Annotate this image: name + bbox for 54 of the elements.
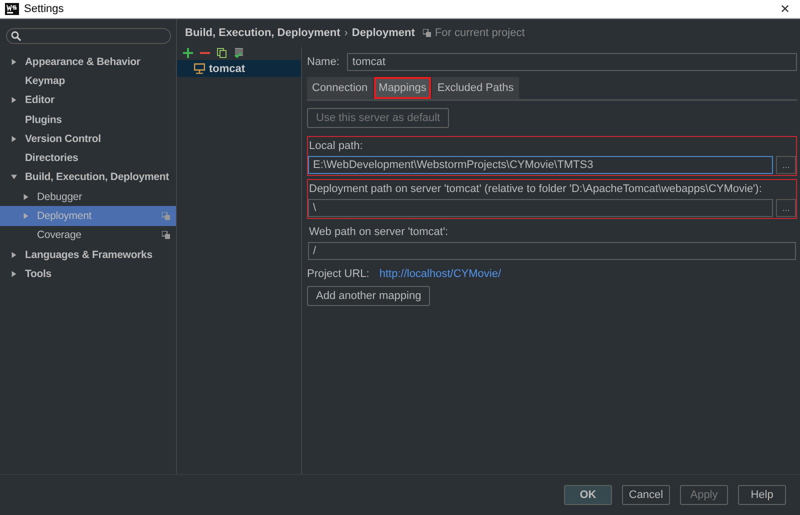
collapsed-arrow-icon[interactable] [23,192,29,201]
tab[interactable]: Excluded Paths [432,77,519,99]
add-mapping-button[interactable]: Add another mapping [307,286,430,306]
sidebar-item[interactable]: Tools [0,264,176,284]
search-field[interactable] [6,28,171,44]
copy-icon [422,29,431,37]
copy-icon [162,212,170,220]
tab[interactable]: Mappings [374,77,432,99]
browse-button[interactable]: ... [776,199,796,217]
sidebar-item[interactable]: Directories [0,148,176,168]
breadcrumb-separator: › [344,27,348,39]
sidebar-item[interactable]: Debugger [0,187,176,206]
collapsed-arrow-icon[interactable] [11,134,17,143]
sidebar-item[interactable]: Version Control [0,129,176,148]
server-item[interactable]: tomcat [177,60,301,77]
dialog-button[interactable]: OK [564,485,612,505]
dialog-button[interactable]: Help [738,485,786,505]
name-field[interactable]: tomcat [347,53,797,71]
collapsed-arrow-icon[interactable] [11,58,17,66]
collapsed-arrow-icon[interactable] [11,250,17,259]
sidebar-item[interactable]: Build, Execution, Deployment [0,168,176,188]
server-icon [194,63,205,74]
sidebar-item[interactable]: Keymap [0,71,176,91]
copy-icon[interactable] [217,48,227,58]
collapsed-arrow-icon[interactable] [11,96,17,104]
app-logo-icon [5,3,19,15]
window-title: Settings [24,3,65,15]
path-field[interactable]: E:\WebDevelopment\WebstormProjects\CYMovie\TMTS3 [308,156,773,174]
path-field[interactable]: \ [308,199,773,217]
browse-button[interactable]: ... [776,156,796,174]
breadcrumb-parent: Build, Execution, Deployment [185,27,340,39]
name-label: Name: [307,56,340,68]
expanded-arrow-icon[interactable] [11,173,17,182]
project-url-link[interactable]: http://localhost/CYMovie/ [379,268,502,280]
sidebar-item[interactable]: Editor [0,90,176,110]
close-button[interactable]: ✕ [770,2,800,16]
sidebar-item[interactable]: Appearance & Behavior [0,52,176,72]
field-label: Web path on server 'tomcat': [308,226,450,238]
dialog-button[interactable]: Cancel [622,485,670,505]
sidebar-item[interactable]: Languages & Frameworks [0,244,176,264]
project-url-label: Project URL: [307,268,370,280]
copy-icon [162,231,170,240]
scope-label: For current project [434,27,525,39]
search-icon [11,31,21,41]
server-check-icon[interactable] [234,48,244,58]
field-label: Deployment path on server 'tomcat' (relative to folder 'D:\ApacheTomcat\webapps\CYMovie'): [308,183,763,195]
add-icon[interactable] [183,48,193,58]
breadcrumb-current: Deployment [352,27,415,39]
sidebar-item[interactable]: Plugins [0,110,176,130]
sidebar-item[interactable]: Coverage [0,226,176,245]
field-label: Local path: [308,140,364,152]
collapsed-arrow-icon[interactable] [11,270,17,278]
tab[interactable]: Connection [307,77,373,99]
path-field[interactable]: / [308,242,796,260]
